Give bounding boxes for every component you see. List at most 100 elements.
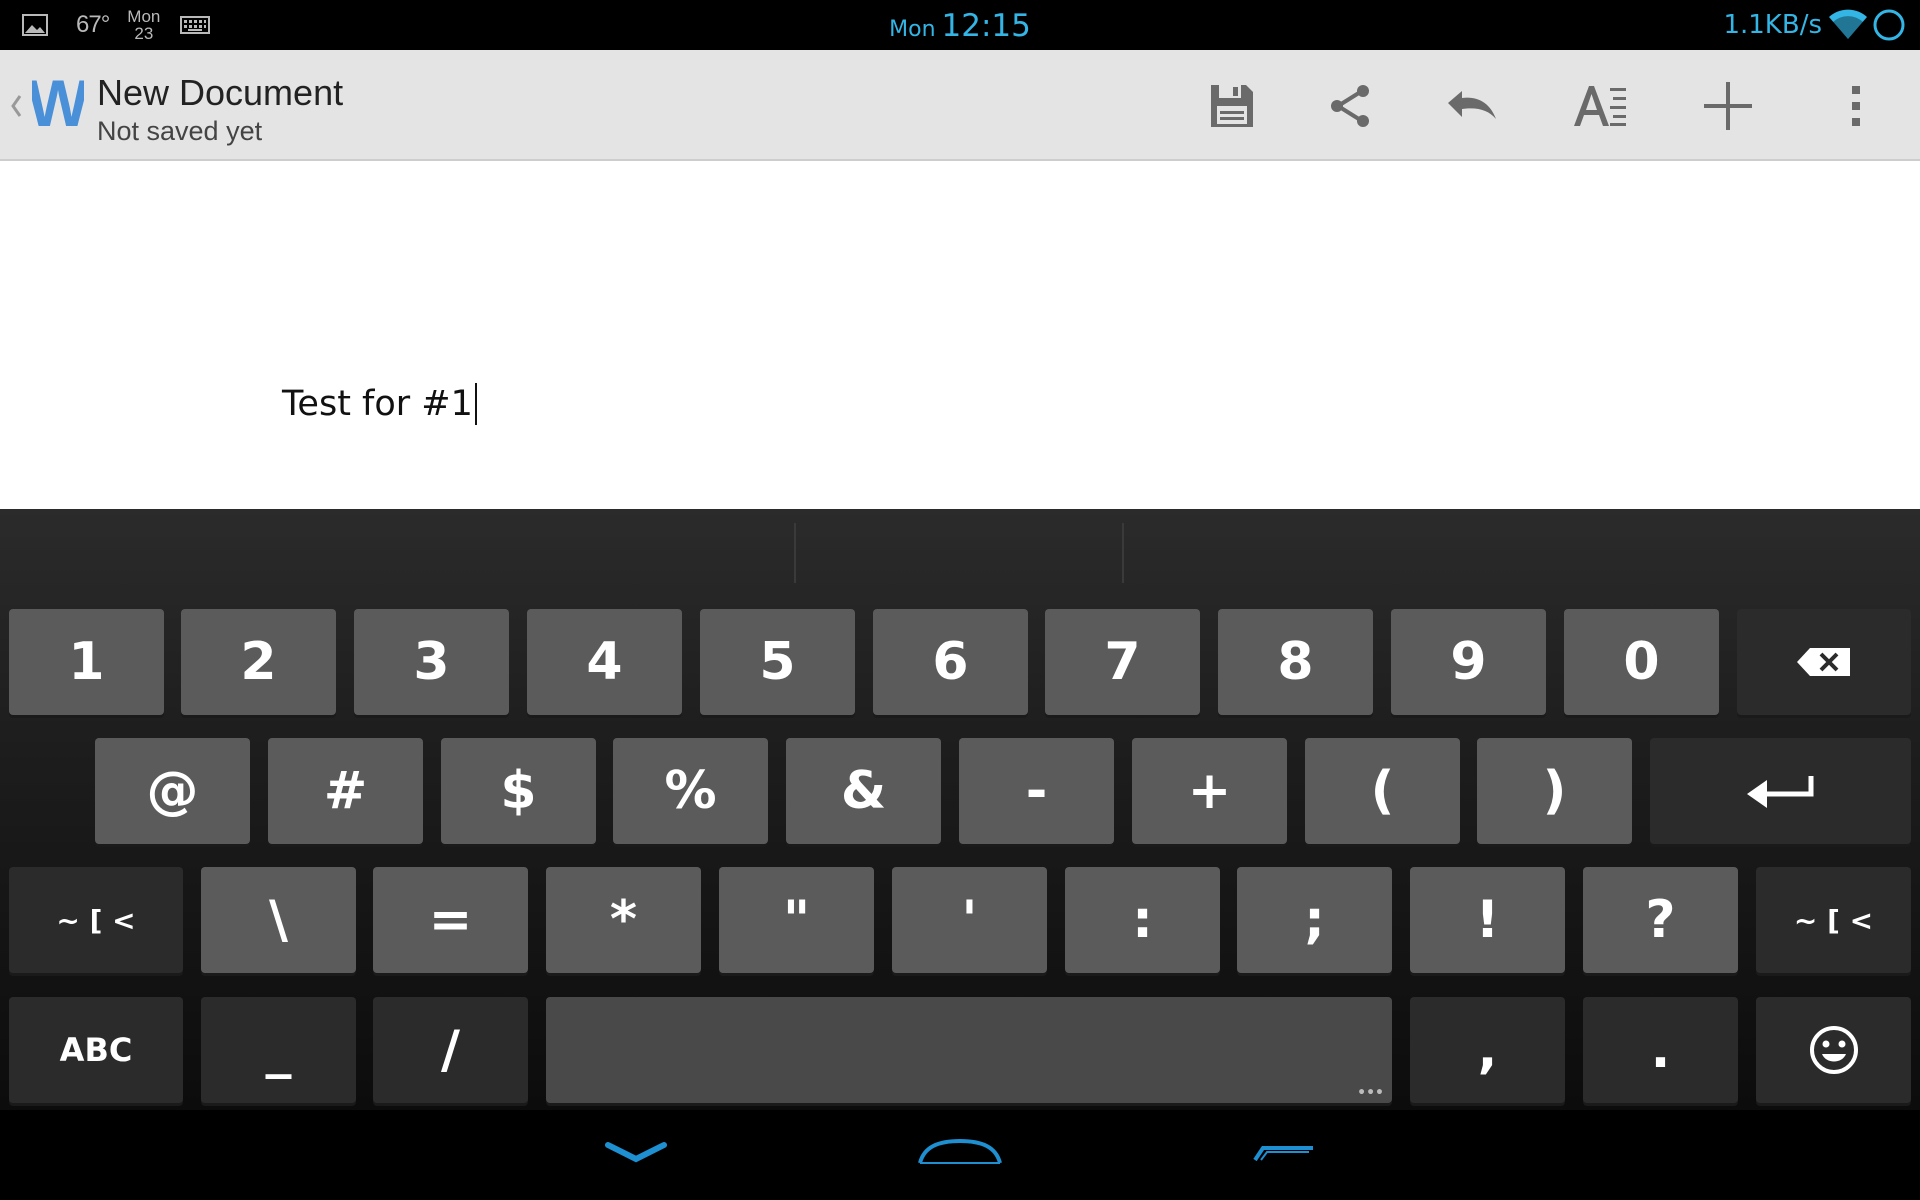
battery-icon — [1873, 9, 1905, 41]
key-dollar[interactable]: $ — [441, 738, 596, 844]
key-ampersand[interactable]: & — [786, 738, 941, 844]
backspace-icon — [1797, 648, 1850, 676]
key-7[interactable]: 7 — [1045, 609, 1200, 715]
key-label: / — [441, 1020, 460, 1080]
key-label: 0 — [1623, 632, 1660, 692]
key-label: 2 — [240, 632, 277, 692]
key-close-paren[interactable]: ) — [1477, 738, 1632, 844]
share-icon — [1331, 85, 1369, 127]
key-period[interactable]: . — [1583, 997, 1738, 1103]
undo-button[interactable] — [1433, 68, 1509, 144]
key-label: ' — [961, 890, 978, 950]
key-label: - — [1025, 761, 1048, 821]
navigation-bar — [0, 1110, 1920, 1200]
document-editor[interactable]: Test for #1 — [0, 161, 1920, 509]
add-button[interactable] — [1690, 68, 1766, 144]
overflow-menu-icon — [1852, 86, 1860, 126]
key-0[interactable]: 0 — [1564, 609, 1719, 715]
back-button[interactable] — [596, 1124, 676, 1180]
more-symbols-key-right[interactable]: ~ [ < — [1756, 867, 1911, 973]
key-single-quote[interactable]: ' — [892, 867, 1047, 973]
key-3[interactable]: 3 — [354, 609, 509, 715]
key-question[interactable]: ? — [1583, 867, 1738, 973]
home-button[interactable] — [910, 1124, 1010, 1180]
key-9[interactable]: 9 — [1391, 609, 1546, 715]
clock: Mon 12:15 — [0, 0, 1920, 50]
home-icon — [918, 1138, 1002, 1164]
key-6[interactable]: 6 — [873, 609, 1028, 715]
key-label: 9 — [1450, 632, 1487, 692]
key-label: 1 — [68, 632, 105, 692]
key-5[interactable]: 5 — [700, 609, 855, 715]
share-button[interactable] — [1313, 68, 1389, 144]
key-label: ? — [1645, 890, 1676, 950]
key-label: 7 — [1104, 632, 1141, 692]
key-at[interactable]: @ — [95, 738, 250, 844]
enter-key[interactable] — [1650, 738, 1911, 844]
gallery-icon — [22, 14, 48, 36]
backspace-key[interactable] — [1737, 609, 1911, 715]
key-label: ; — [1304, 890, 1325, 950]
screen: 67° Mon 23 Mon 12:15 1.1KB/s W New Docum… — [0, 0, 1920, 1200]
suggestion-divider — [794, 523, 796, 583]
network-speed: 1.1KB/s — [1723, 10, 1822, 40]
key-open-paren[interactable]: ( — [1305, 738, 1460, 844]
recent-apps-icon — [1253, 1146, 1313, 1162]
key-asterisk[interactable]: * — [546, 867, 701, 973]
key-4[interactable]: 4 — [527, 609, 682, 715]
up-caret-icon[interactable] — [8, 84, 24, 128]
back-icon — [605, 1142, 667, 1163]
document-text-line[interactable]: Test for #1 — [282, 383, 477, 425]
overflow-menu-button[interactable] — [1818, 68, 1894, 144]
key-backslash[interactable]: \ — [201, 867, 356, 973]
key-slash[interactable]: / — [373, 997, 528, 1103]
key-percent[interactable]: % — [613, 738, 768, 844]
key-label: ~ [ < — [56, 903, 136, 937]
key-label: ~ [ < — [1793, 903, 1874, 937]
key-plus[interactable]: + — [1132, 738, 1287, 844]
abc-key[interactable]: ABC — [9, 997, 183, 1103]
key-label: _ — [265, 1020, 292, 1080]
app-logo[interactable]: W — [32, 70, 84, 138]
key-label: # — [323, 761, 368, 821]
key-minus[interactable]: - — [959, 738, 1114, 844]
key-colon[interactable]: : — [1065, 867, 1220, 973]
document-subtitle: Not saved yet — [97, 116, 263, 146]
key-label: $ — [500, 761, 537, 821]
key-label: 8 — [1277, 632, 1314, 692]
key-2[interactable]: 2 — [181, 609, 336, 715]
key-semicolon[interactable]: ; — [1237, 867, 1392, 973]
key-exclamation[interactable]: ! — [1410, 867, 1565, 973]
key-double-quote[interactable]: " — [719, 867, 874, 973]
save-button[interactable] — [1194, 68, 1270, 144]
action-bar: W New Document Not saved yet — [0, 50, 1920, 161]
key-label: , — [1477, 1020, 1498, 1080]
add-icon — [1704, 82, 1752, 130]
key-label: . — [1650, 1020, 1671, 1080]
suggestion-strip[interactable] — [0, 509, 1920, 591]
more-symbols-key[interactable]: ~ [ < — [9, 867, 183, 973]
key-label: ) — [1542, 761, 1567, 821]
key-label: 6 — [932, 632, 969, 692]
system-icons: 1.1KB/s — [1723, 8, 1906, 42]
space-key[interactable]: ••• — [546, 997, 1392, 1103]
space-more-indicator: ••• — [1357, 1085, 1384, 1101]
wifi-icon — [1829, 9, 1867, 39]
status-bar: 67° Mon 23 Mon 12:15 1.1KB/s — [0, 0, 1920, 50]
text-format-button[interactable] — [1562, 68, 1638, 144]
emoji-icon — [1809, 1026, 1858, 1074]
key-underscore[interactable]: _ — [201, 997, 356, 1103]
key-hash[interactable]: # — [268, 738, 423, 844]
key-label: " — [782, 890, 811, 950]
key-label: 3 — [413, 632, 450, 692]
key-8[interactable]: 8 — [1218, 609, 1373, 715]
key-equals[interactable]: = — [373, 867, 528, 973]
text-format-icon — [1574, 86, 1626, 126]
emoji-key[interactable] — [1756, 997, 1911, 1103]
key-comma[interactable]: , — [1410, 997, 1565, 1103]
calendar-day: Mon — [127, 7, 161, 26]
key-label: @ — [146, 761, 199, 821]
recent-apps-button[interactable] — [1244, 1124, 1324, 1180]
keyboard-icon — [180, 16, 211, 34]
key-1[interactable]: 1 — [9, 609, 164, 715]
